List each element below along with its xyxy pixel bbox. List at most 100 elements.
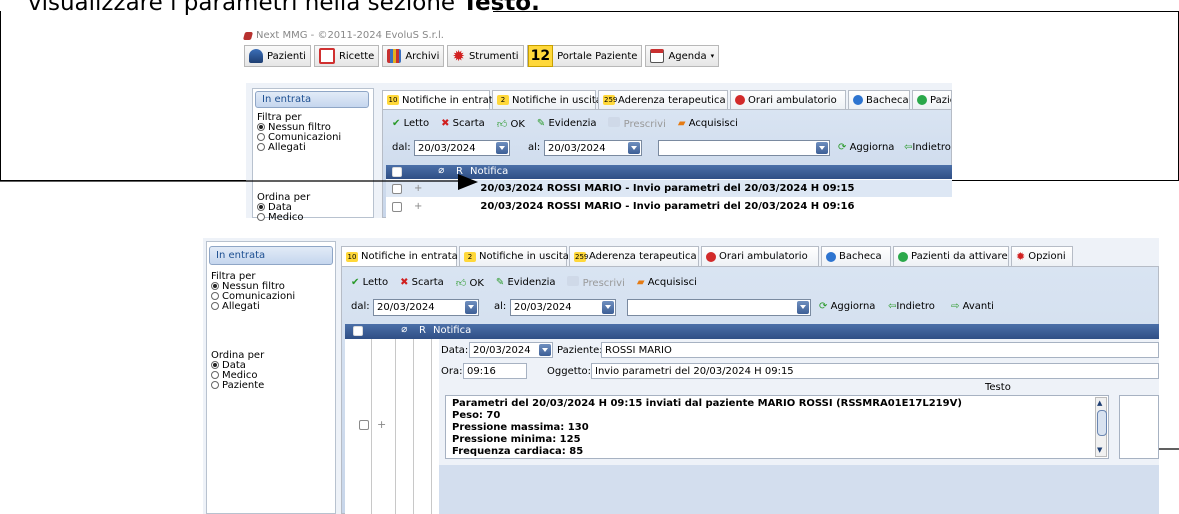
sort-group: Ordina per Data Medico Paziente (211, 351, 264, 391)
radio-paziente[interactable]: Paziente (211, 381, 264, 391)
acquisisci-label: Acquisisci (647, 277, 697, 288)
ora-field[interactable]: 09:16 (463, 363, 527, 379)
testo-scrollbar[interactable]: ▲ ▼ (1095, 397, 1107, 457)
expand-icon[interactable]: + (377, 418, 386, 431)
radio-dot (211, 361, 219, 369)
avanti-label: Avanti (962, 301, 994, 312)
testo-label: Testo (985, 382, 1011, 393)
date-filter-row: dal: 20/03/2024 al: 20/03/2024 ⟳ Aggiorn… (351, 299, 1151, 316)
tab-orari[interactable]: Orari ambulatorio (701, 246, 819, 266)
tab-bacheca[interactable]: Bacheca (821, 246, 891, 266)
power-icon (898, 251, 908, 262)
data-field-label: Data: (441, 345, 469, 356)
tab-label: Aderenza terapeutica (589, 251, 697, 262)
paziente-field-value: ROSSI MARIO (605, 344, 672, 356)
prescrivi-button[interactable]: Prescrivi (567, 276, 625, 289)
testo-line: Parametri del 20/03/2024 H 09:15 inviati… (452, 398, 962, 409)
aggiorna-button[interactable]: ⟳ Aggiorna (819, 301, 875, 312)
evidenzia-label: Evidenzia (507, 277, 556, 288)
radio-dot (211, 381, 219, 389)
select-all-checkbox[interactable] (353, 326, 363, 336)
gear-icon: ✹ (1016, 250, 1026, 263)
radio-allegati[interactable]: Allegati (211, 302, 295, 312)
tab-label: Notifiche in entrata (361, 251, 458, 262)
oggetto-field-label: Oggetto: (547, 366, 592, 377)
indietro-label: Indietro (896, 301, 935, 312)
side-box (1119, 395, 1159, 459)
clock-icon (706, 251, 716, 262)
ora-field-label: Ora: (441, 366, 463, 377)
dal-label: dal: (351, 301, 370, 312)
scroll-up-icon[interactable]: ▲ (1097, 399, 1102, 407)
dropdown-arrow-icon (797, 301, 809, 314)
column-divider (413, 339, 414, 514)
ok-button[interactable]: 👍︎ OK (456, 277, 484, 289)
oggetto-field[interactable]: Invio parametri del 20/03/2024 H 09:15 (591, 363, 1159, 379)
prescrivi-label: Prescrivi (582, 278, 625, 289)
badge: 10 (346, 251, 358, 262)
x-icon: ✖ (400, 277, 409, 288)
tab-label: Bacheca (839, 251, 882, 262)
aggiorna-label: Aggiorna (830, 301, 876, 312)
badge: 259 (574, 251, 589, 262)
column-divider (395, 339, 396, 514)
ok-label: OK (469, 277, 484, 289)
notification-grid: ⌀ R Notifica + Data: 20/03/2024 Paziente… (345, 324, 1159, 514)
letto-button[interactable]: ✔ Letto (351, 277, 388, 288)
allegati-label: Allegati (222, 301, 260, 312)
paziente-field-label: Paziente: (557, 345, 603, 356)
scroll-thumb[interactable] (1097, 410, 1107, 436)
testo-textarea[interactable]: Parametri del 20/03/2024 H 09:15 inviati… (445, 395, 1109, 459)
tab-aderenza[interactable]: 259 Aderenza terapeutica (569, 246, 699, 266)
dropdown-arrow-icon (539, 344, 551, 356)
radio-dot (211, 292, 219, 300)
paziente-label: Paziente (222, 380, 265, 391)
dal-date-input[interactable]: 20/03/2024 (373, 299, 479, 316)
al-value: 20/03/2024 (514, 302, 572, 313)
bottom-screenshot: In entrata Filtra per Nessun filtro Comu… (203, 238, 1159, 514)
tab-notifiche-entrata[interactable]: 10 Notifiche in entrata (341, 246, 458, 266)
testo-line: Peso: 70 (452, 410, 501, 421)
al-date-input[interactable]: 20/03/2024 (510, 299, 616, 316)
radio-dot (211, 302, 219, 310)
data-field-value: 20/03/2024 (473, 344, 531, 356)
scarta-button[interactable]: ✖ Scarta (400, 277, 444, 288)
arrow-right-icon: ⇨ (951, 301, 960, 312)
testo-line: Pressione massima: 130 (452, 422, 589, 433)
filter-group: Filtra per Nessun filtro Comunicazioni A… (211, 272, 295, 312)
column-divider (371, 339, 372, 514)
dropdown-arrow-icon (602, 301, 614, 314)
dropdown-arrow-icon (465, 301, 477, 314)
tab-label: Notifiche in uscita (479, 251, 569, 262)
testo-line: Frequenza cardiaca: 85 (452, 446, 584, 457)
ora-field-value: 09:16 (467, 365, 496, 377)
in-entrata-button[interactable]: In entrata (209, 246, 333, 265)
arrow-head-top (458, 174, 478, 190)
tab-notifiche-uscita[interactable]: 2 Notifiche in uscita (459, 246, 569, 266)
evidenzia-button[interactable]: ✎ Evidenzia (496, 277, 556, 288)
row-checkbox[interactable] (359, 420, 369, 430)
info-icon (826, 251, 836, 262)
data-field[interactable]: 20/03/2024 (469, 342, 553, 358)
tab-opzioni[interactable]: ✹ Opzioni (1011, 246, 1073, 266)
radio-dot (211, 282, 219, 290)
indietro-button[interactable]: ⇦Indietro (888, 301, 935, 312)
thumbs-up-icon: 👍︎ (455, 277, 467, 289)
acquisisci-button[interactable]: ▰ Acquisisci (637, 277, 697, 288)
badge: 2 (464, 251, 476, 262)
column-divider (431, 339, 432, 514)
scroll-down-icon[interactable]: ▼ (1097, 446, 1102, 454)
highlight-icon: ✎ (495, 277, 505, 288)
attachment-icon: ⌀ (401, 324, 408, 335)
detail-panel: Data: 20/03/2024 Paziente: ROSSI MARIO O… (439, 339, 1159, 514)
tab-label: Pazienti da attivare (911, 251, 1008, 262)
left-panel: In entrata Filtra per Nessun filtro Comu… (206, 241, 336, 514)
in-entrata-label: In entrata (216, 250, 266, 261)
tab-pazienti-attivare[interactable]: Pazienti da attivare (893, 246, 1009, 266)
scarta-label: Scarta (411, 277, 444, 288)
patient-filter-select[interactable] (627, 299, 811, 316)
tab-bar: 10 Notifiche in entrata 2 Notifiche in usc… (341, 246, 1159, 266)
avanti-button[interactable]: ⇨ Avanti (951, 301, 994, 312)
paziente-field[interactable]: ROSSI MARIO (601, 342, 1159, 358)
import-icon: ▰ (636, 277, 645, 288)
